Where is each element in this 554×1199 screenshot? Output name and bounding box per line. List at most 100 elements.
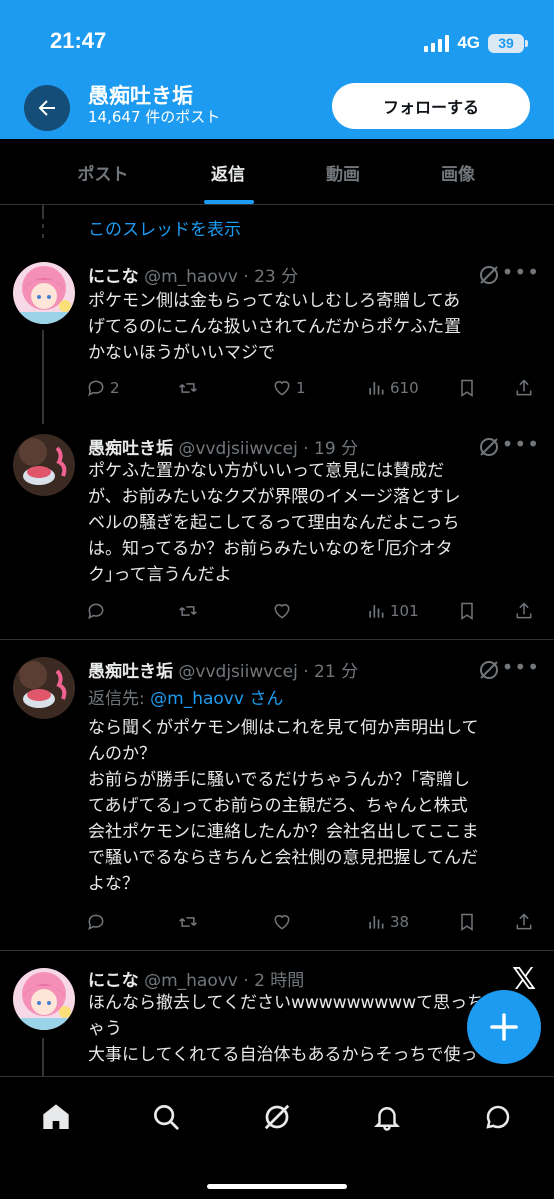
handle[interactable]: @vvdjsiiwvcej — [178, 439, 297, 459]
search-icon — [154, 1105, 179, 1130]
view-count: 38 — [390, 913, 410, 931]
tweet[interactable]: 愚痴吐き垢 @vvdjsiiwvcej · 19 分 ••• ポケふた置かない方… — [0, 432, 554, 639]
message-icon — [486, 1105, 510, 1129]
tab-videos[interactable]: 動画 — [293, 139, 393, 205]
grok-icon — [264, 1104, 290, 1130]
battery-icon: 39 — [488, 33, 528, 53]
battery-level: 39 — [498, 35, 514, 51]
views-icon — [369, 916, 384, 929]
bookmark-icon[interactable] — [457, 601, 477, 621]
back-button[interactable] — [24, 85, 70, 131]
thread-line — [42, 205, 44, 219]
avatar[interactable] — [13, 434, 75, 496]
repost-icon — [179, 917, 197, 927]
display-name[interactable]: にこな — [88, 971, 139, 991]
tweet-text: ポケモン側は金もらってないしむしろ寄贈してあ げてるのにこんな扱いされてんだから… — [88, 291, 462, 363]
reply-button[interactable] — [86, 912, 110, 932]
tweet-author: 愚痴吐き垢 @vvdjsiiwvcej · 19 分 — [88, 434, 358, 459]
thread-line — [42, 1038, 44, 1076]
arrow-left-icon — [38, 100, 55, 116]
handle[interactable]: @vvdjsiiwvcej — [178, 662, 297, 682]
reply-button[interactable]: 2 — [86, 378, 120, 398]
tab-replies[interactable]: 返信 — [178, 139, 278, 205]
tab-posts[interactable]: ポスト — [50, 139, 156, 205]
tweet[interactable]: にこな @m_haovv · 23 分 ••• ポケモン側は金もらってないしむし… — [0, 260, 554, 417]
status-indicators: 4G 39 — [424, 31, 528, 55]
signal-icon — [424, 34, 450, 52]
tweet-divider — [0, 639, 554, 640]
compose-button[interactable] — [467, 990, 541, 1064]
tweet-actions: 38 — [86, 912, 536, 936]
nav-notifications[interactable] — [367, 1097, 407, 1137]
repost-icon — [179, 606, 197, 616]
show-thread-link[interactable]: このスレッドを表示 — [88, 215, 241, 240]
bookmark-icon[interactable] — [457, 378, 477, 398]
display-name[interactable]: 愚痴吐き垢 — [88, 439, 173, 459]
nav-messages[interactable] — [478, 1097, 518, 1137]
tweet-text: なら聞くがポケモン側はこれを見て何か声明出して んのか？ お前らが勝手に騒いでる… — [88, 718, 479, 894]
display-name[interactable]: 愚痴吐き垢 — [88, 662, 173, 682]
grok-icon[interactable] — [478, 436, 500, 458]
home-indicator — [207, 1184, 347, 1189]
timestamp[interactable]: · 21 分 — [303, 662, 358, 682]
nav-search[interactable] — [146, 1097, 186, 1137]
tweet-author: 愚痴吐き垢 @vvdjsiiwvcej · 21 分 — [88, 657, 358, 682]
profile-header: 21:47 4G 39 愚痴吐き垢 14,647 件のポスト フォローする — [0, 0, 554, 139]
tweet-actions: 2 1 610 — [86, 378, 536, 402]
status-time: 21:47 — [50, 28, 107, 53]
reply-to-prefix: 返信先: — [88, 689, 151, 709]
avatar[interactable] — [13, 262, 75, 324]
like-button[interactable]: 1 — [272, 378, 306, 398]
nav-grok[interactable] — [257, 1097, 297, 1137]
reply-to-mention[interactable]: @m_haovv — [150, 689, 244, 709]
handle[interactable]: @m_haovv — [144, 267, 238, 287]
views-button[interactable]: 101 — [366, 601, 419, 621]
bottom-navigation — [0, 1076, 554, 1199]
timestamp[interactable]: · 19 分 — [303, 439, 358, 459]
views-button[interactable]: 610 — [366, 378, 419, 398]
views-icon — [369, 382, 384, 395]
heart-icon — [274, 604, 290, 619]
network-type: 4G — [457, 33, 480, 52]
views-button[interactable]: 38 — [366, 912, 409, 932]
share-icon[interactable] — [514, 378, 534, 398]
timestamp[interactable]: · 2 時間 — [243, 971, 304, 991]
more-icon[interactable]: ••• — [502, 260, 540, 284]
grok-icon[interactable] — [478, 264, 500, 286]
post-count: 14,647 件のポスト — [88, 108, 221, 126]
tweet[interactable]: 愚痴吐き垢 @vvdjsiiwvcej · 21 分 ••• 返信先: @m_h… — [0, 655, 554, 949]
share-icon[interactable] — [514, 912, 534, 932]
repost-button[interactable] — [178, 912, 202, 932]
bookmark-icon[interactable] — [457, 912, 477, 932]
tweet-divider — [0, 950, 554, 951]
display-name[interactable]: にこな — [88, 267, 139, 287]
heart-icon — [274, 915, 290, 930]
heart-icon — [274, 381, 290, 396]
repost-button[interactable] — [178, 601, 202, 621]
tab-images[interactable]: 画像 — [408, 139, 508, 205]
nav-home[interactable] — [36, 1097, 76, 1137]
follow-button[interactable]: フォローする — [332, 83, 530, 129]
view-count: 101 — [390, 602, 419, 620]
avatar[interactable] — [13, 657, 75, 719]
profile-tabs: ポスト 返信 動画 画像 — [0, 139, 554, 205]
like-button[interactable] — [272, 601, 296, 621]
reply-button[interactable] — [86, 601, 110, 621]
avatar[interactable] — [13, 968, 75, 1030]
grok-icon[interactable] — [478, 659, 500, 681]
more-icon[interactable]: ••• — [502, 432, 540, 456]
thread-line-dot — [42, 224, 44, 228]
home-icon — [43, 1104, 69, 1129]
repost-icon — [179, 383, 197, 393]
like-button[interactable] — [272, 912, 296, 932]
view-count: 610 — [390, 379, 419, 397]
handle[interactable]: @m_haovv — [144, 971, 238, 991]
reply-count: 2 — [110, 379, 120, 397]
reply-to-suffix: さん — [243, 689, 284, 709]
thread-line-dot — [42, 234, 44, 238]
more-icon[interactable]: ••• — [502, 655, 540, 679]
repost-button[interactable] — [178, 378, 202, 398]
tweet-actions: 101 — [86, 601, 536, 625]
share-icon[interactable] — [514, 601, 534, 621]
timestamp[interactable]: · 23 分 — [243, 267, 298, 287]
